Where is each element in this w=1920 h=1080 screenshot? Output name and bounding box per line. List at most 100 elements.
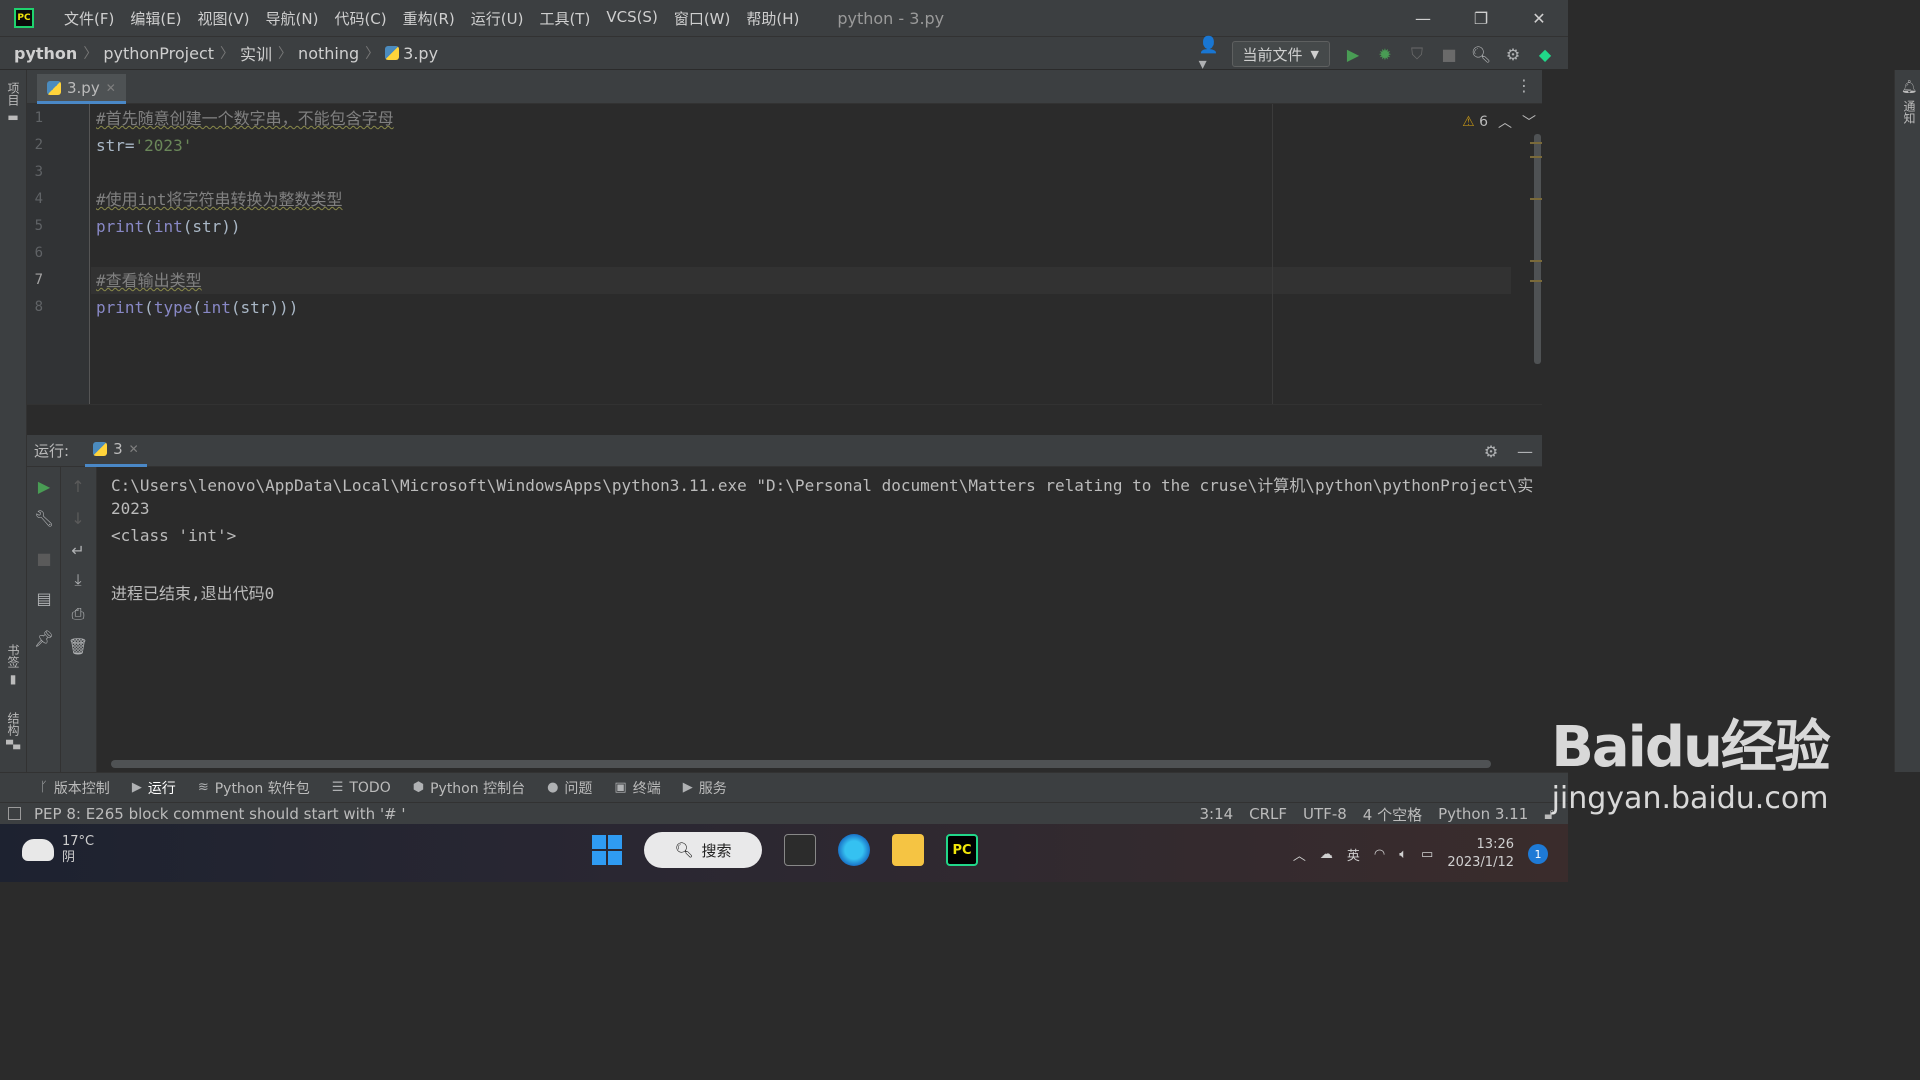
- indent-setting[interactable]: 4 个空格: [1363, 804, 1422, 825]
- task-view-icon[interactable]: [784, 834, 816, 866]
- project-tool-tab[interactable]: 项目 ▬: [5, 82, 22, 124]
- coverage-icon[interactable]: ⛉: [1408, 44, 1426, 63]
- tool-tab-python[interactable]: ⬢ Python 控制台: [413, 778, 525, 798]
- code-line[interactable]: #使用int将字符串转换为整数类型: [91, 186, 1511, 213]
- editor-scrollbar[interactable]: [1530, 134, 1542, 366]
- tool-tab-info[interactable]: ● 问题: [547, 778, 592, 798]
- hide-icon[interactable]: —: [1516, 442, 1534, 461]
- line-number[interactable]: 7: [27, 272, 43, 288]
- code-editor[interactable]: 1 2 3 4 5 6 7 8 #首先随意创建一个数字串，不能包含字母 str='2023' #使…: [27, 104, 1542, 404]
- previous-highlight-icon[interactable]: ︿: [1498, 112, 1512, 132]
- warning-stripe-mark[interactable]: [1530, 156, 1542, 158]
- search-icon[interactable]: 🔍︎: [1471, 45, 1491, 64]
- volume-icon[interactable]: 🔈︎: [1399, 847, 1407, 862]
- structure-tool-tab[interactable]: 结构 ▞: [5, 712, 22, 749]
- rerun-icon[interactable]: ▶: [35, 477, 53, 496]
- menu-code[interactable]: 代码(C): [326, 8, 394, 29]
- arrow-up-icon[interactable]: ↑: [69, 477, 87, 496]
- code-area[interactable]: #首先随意创建一个数字串，不能包含字母 str='2023' #使用int将字符串转…: [91, 104, 1511, 404]
- arrow-down-icon[interactable]: ↓: [69, 509, 87, 528]
- breadcrumb-shixun[interactable]: 实训: [240, 41, 272, 65]
- line-number[interactable]: 1: [27, 110, 43, 126]
- breadcrumb-pythonproject[interactable]: pythonProject: [103, 44, 214, 63]
- menu-help[interactable]: 帮助(H): [738, 8, 807, 29]
- close-icon[interactable]: ✕: [1510, 0, 1568, 36]
- close-tab-icon[interactable]: ✕: [106, 81, 116, 95]
- tool-tab-git-branch[interactable]: ᚴ 版本控制: [40, 778, 110, 798]
- input-method[interactable]: 英: [1347, 845, 1360, 864]
- warning-stripe-mark[interactable]: [1530, 260, 1542, 262]
- notifications-tool-tab[interactable]: 通知: [1901, 100, 1918, 124]
- restore-icon[interactable]: ❐: [1452, 0, 1510, 36]
- file-encoding[interactable]: UTF-8: [1303, 805, 1347, 823]
- menu-tools[interactable]: 工具(T): [531, 8, 598, 29]
- code-line[interactable]: print(int(str)): [91, 213, 1511, 240]
- scroll-to-end-icon[interactable]: ⤓: [69, 570, 87, 589]
- pin-icon[interactable]: 📌︎: [34, 629, 54, 648]
- breadcrumb-file[interactable]: 3.py: [385, 44, 438, 63]
- wifi-icon[interactable]: ◠: [1374, 847, 1385, 862]
- soft-wrap-icon[interactable]: ↵: [69, 541, 87, 560]
- pycharm-taskbar-icon[interactable]: PC: [946, 834, 978, 866]
- onedrive-icon[interactable]: ☁: [1320, 847, 1333, 862]
- gear-icon[interactable]: ⚙: [1482, 442, 1500, 461]
- run-configuration-select[interactable]: 当前文件 ▼: [1231, 41, 1330, 67]
- user-icon[interactable]: 👤▾: [1199, 35, 1219, 73]
- code-line[interactable]: #查看输出类型: [91, 267, 1511, 294]
- warning-stripe-mark[interactable]: [1530, 280, 1542, 282]
- edge-browser-icon[interactable]: [838, 834, 870, 866]
- next-highlight-icon[interactable]: ﹀: [1522, 112, 1536, 132]
- tool-tab-services[interactable]: ▶ 服务: [683, 778, 727, 798]
- windows-start-icon[interactable]: [592, 835, 622, 865]
- print-icon[interactable]: ⎙: [69, 604, 87, 623]
- status-message[interactable]: PEP 8: E265 block comment should start w…: [34, 805, 406, 823]
- close-tab-icon[interactable]: ✕: [129, 442, 139, 456]
- wrench-icon[interactable]: 🔧︎: [34, 509, 54, 528]
- run-console[interactable]: C:\Users\lenovo\AppData\Local\Microsoft\…: [97, 467, 1542, 772]
- menu-vcs[interactable]: VCS(S): [598, 8, 665, 29]
- stop-icon[interactable]: ■: [35, 549, 53, 568]
- layout-icon[interactable]: ▤: [35, 589, 53, 608]
- code-line[interactable]: str='2023': [91, 132, 1511, 159]
- run-icon[interactable]: ▶: [1344, 45, 1362, 64]
- bookmarks-tool-tab[interactable]: 书签 ▮: [5, 644, 22, 686]
- menu-run[interactable]: 运行(U): [463, 8, 532, 29]
- tool-tab-run[interactable]: ▶ 运行: [132, 778, 176, 798]
- line-number[interactable]: 4: [27, 191, 43, 207]
- editor-tab-3py[interactable]: 3.py ✕: [37, 74, 126, 104]
- tool-tab-terminal[interactable]: ▣ 终端: [614, 778, 660, 798]
- bell-icon[interactable]: 🔔︎: [1901, 80, 1918, 95]
- code-line[interactable]: [91, 159, 1511, 186]
- lock-icon[interactable]: 🔓︎: [1544, 805, 1554, 823]
- battery-icon[interactable]: ▭: [1421, 847, 1433, 862]
- trash-icon[interactable]: 🗑︎: [68, 637, 88, 656]
- jetbrains-icon[interactable]: ◆: [1536, 45, 1554, 64]
- stop-icon[interactable]: ■: [1440, 45, 1458, 64]
- breadcrumb-python[interactable]: python: [14, 44, 77, 63]
- tool-tab-layers[interactable]: ≋ Python 软件包: [198, 778, 310, 798]
- caret-position[interactable]: 3:14: [1199, 805, 1233, 823]
- debug-icon[interactable]: ✹: [1376, 45, 1394, 64]
- file-explorer-icon[interactable]: [892, 834, 924, 866]
- code-line[interactable]: [91, 240, 1511, 267]
- editor-scroll-thumb[interactable]: [1534, 134, 1541, 364]
- line-number[interactable]: 2: [27, 137, 43, 153]
- line-number[interactable]: 5: [27, 218, 43, 234]
- line-number[interactable]: 8: [27, 299, 43, 315]
- code-line[interactable]: print(type(int(str))): [91, 294, 1511, 321]
- gear-icon[interactable]: ⚙: [1504, 45, 1522, 64]
- chevron-up-icon[interactable]: ︿: [1293, 845, 1306, 864]
- breadcrumb-nothing[interactable]: nothing: [298, 44, 359, 63]
- menu-edit[interactable]: 编辑(E): [122, 8, 189, 29]
- line-number[interactable]: 3: [27, 164, 43, 180]
- tool-tab-list[interactable]: ☰ TODO: [332, 780, 391, 796]
- run-tab[interactable]: 3 ✕: [85, 435, 147, 467]
- console-horizontal-scrollbar[interactable]: [111, 760, 1491, 768]
- weather-widget[interactable]: 17°C 阴: [22, 834, 94, 866]
- clock[interactable]: 13:26 2023/1/12: [1447, 836, 1514, 872]
- pycharm-logo-icon[interactable]: PC: [14, 8, 34, 28]
- python-interpreter[interactable]: Python 3.11: [1438, 805, 1528, 823]
- menu-file[interactable]: 文件(F): [56, 8, 122, 29]
- warning-stripe-mark[interactable]: [1530, 142, 1542, 144]
- toggle-tool-windows-icon[interactable]: [8, 807, 21, 820]
